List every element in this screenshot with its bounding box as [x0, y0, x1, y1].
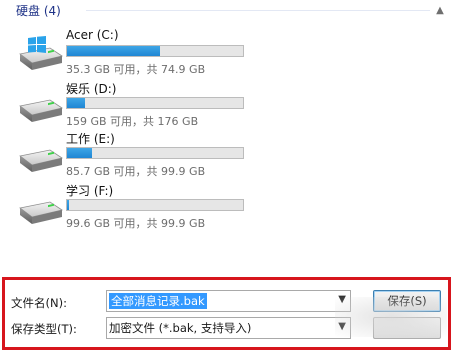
- drive-usage-bar: [66, 199, 244, 211]
- hard-drive-icon: [19, 149, 63, 172]
- drive-item[interactable]: 工作 (E:) 85.7 GB 可用，共 99.9 GB: [10, 130, 260, 186]
- watermark-blur: [335, 297, 447, 337]
- group-divider: [86, 10, 430, 11]
- chevron-up-icon[interactable]: ▲: [432, 3, 448, 19]
- drive-usage-fill: [67, 148, 92, 158]
- filetype-value: 加密文件 (*.bak, 支持导入): [109, 321, 252, 335]
- drive-usage-fill: [67, 98, 85, 108]
- drive-usage-bar: [66, 147, 244, 159]
- drive-space-text: 99.6 GB 可用，共 99.9 GB: [66, 217, 206, 230]
- group-title: 硬盘 (4): [16, 4, 61, 18]
- drive-item[interactable]: Acer (C:) 35.3 GB 可用，共 74.9 GB: [10, 28, 260, 84]
- drive-name: Acer (C:): [66, 28, 119, 42]
- drive-space-text: 159 GB 可用，共 176 GB: [66, 115, 199, 128]
- filename-combobox[interactable]: 全部消息记录.bak ▼: [106, 290, 351, 312]
- filetype-select[interactable]: 加密文件 (*.bak, 支持导入) ▼: [106, 317, 351, 339]
- drive-item[interactable]: 娱乐 (D:) 159 GB 可用，共 176 GB: [10, 80, 260, 136]
- drive-usage-bar: [66, 97, 244, 109]
- drive-name: 工作 (E:): [66, 132, 115, 146]
- hard-drive-icon: [19, 99, 63, 122]
- drive-space-text: 85.7 GB 可用，共 99.9 GB: [66, 165, 206, 178]
- drive-name: 娱乐 (D:): [66, 82, 117, 96]
- drive-item[interactable]: 学习 (F:) 99.6 GB 可用，共 99.9 GB: [10, 182, 260, 238]
- drive-usage-fill: [67, 200, 69, 210]
- filename-label: 文件名(N):: [11, 296, 67, 310]
- drive-space-text: 35.3 GB 可用，共 74.9 GB: [66, 63, 206, 76]
- drive-name: 学习 (F:): [66, 184, 114, 198]
- filename-input[interactable]: 全部消息记录.bak: [109, 293, 207, 309]
- drive-group-header: 硬盘 (4) ▲: [0, 0, 457, 22]
- filetype-label: 保存类型(T):: [11, 322, 77, 336]
- hard-drive-icon: [19, 201, 63, 224]
- drive-usage-fill: [67, 46, 161, 56]
- drive-usage-bar: [66, 45, 244, 57]
- windows-logo-icon: [28, 36, 46, 53]
- hard-drive-icon: [19, 36, 63, 70]
